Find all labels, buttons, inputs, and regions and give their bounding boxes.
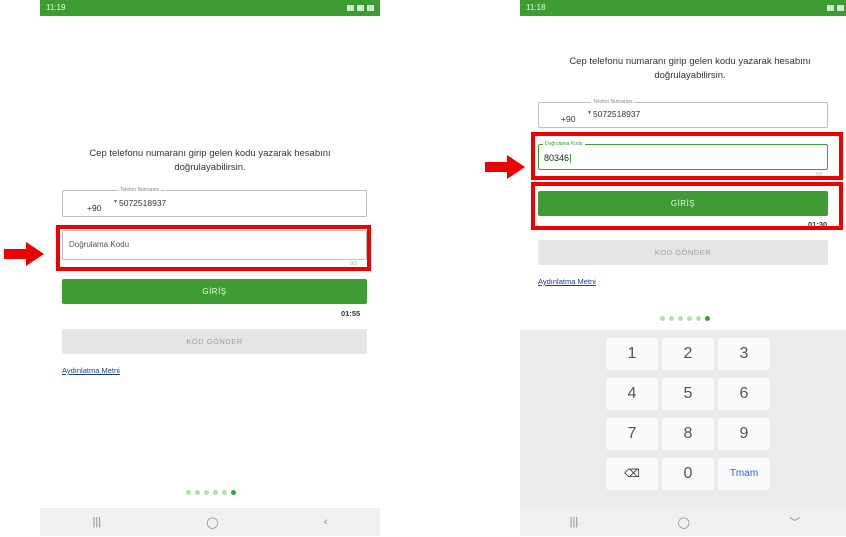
page-dot bbox=[186, 490, 191, 495]
verification-message: Cep telefonu numaranı girip gelen kodu y… bbox=[89, 148, 331, 173]
key-8[interactable]: 8 bbox=[662, 418, 714, 450]
home-icon[interactable]: ◯ bbox=[206, 516, 218, 529]
android-nav-bar: ||| ◯ ﹀ bbox=[520, 508, 846, 536]
phone-field[interactable]: Telefon Numarası +90 ▼ 5072518937 bbox=[538, 98, 828, 128]
page-dot bbox=[213, 490, 218, 495]
dropdown-caret-icon: ▼ bbox=[587, 110, 592, 116]
page-dot bbox=[195, 490, 200, 495]
signal-icon bbox=[837, 4, 844, 11]
page-dot bbox=[687, 316, 692, 321]
phone-field[interactable]: Telefon Numarası +90 ▼ 5072518937 bbox=[62, 186, 367, 217]
recent-apps-icon[interactable]: ||| bbox=[93, 516, 102, 528]
page-dot-active bbox=[231, 490, 236, 495]
phone-number: 5072518937 bbox=[593, 109, 641, 119]
phone-field-legend: Telefon Numarası bbox=[118, 186, 162, 194]
countdown-timer: 01:55 bbox=[341, 309, 361, 318]
home-icon[interactable]: ◯ bbox=[678, 516, 690, 529]
highlight-box-code-field bbox=[531, 132, 843, 180]
phone-field-legend: Telefon Numarası bbox=[591, 98, 635, 106]
red-arrow-icon bbox=[4, 242, 44, 266]
backspace-key-icon[interactable]: ⌫ bbox=[606, 458, 658, 490]
done-key[interactable]: Tmam bbox=[718, 458, 770, 490]
status-time: 11:19 bbox=[46, 3, 66, 12]
status-time: 11:18 bbox=[526, 3, 546, 12]
privacy-link[interactable]: Aydınlatma Metni bbox=[62, 366, 120, 375]
hide-keyboard-icon[interactable]: ﹀ bbox=[789, 514, 800, 530]
send-code-button[interactable]: KOD GÖNDER bbox=[62, 329, 367, 354]
page-dot-active bbox=[705, 316, 710, 321]
numeric-keypad: 1 2 3 4 5 6 7 8 9 ⌫ 0 Tmam bbox=[520, 330, 846, 508]
highlight-box-code-field bbox=[56, 225, 371, 271]
dropdown-caret-icon: ▼ bbox=[113, 199, 118, 205]
recent-apps-icon[interactable]: ||| bbox=[570, 516, 579, 528]
key-7[interactable]: 7 bbox=[606, 418, 658, 450]
signal-icon bbox=[357, 4, 364, 11]
android-nav-bar: ||| ◯ ‹ bbox=[40, 508, 380, 536]
page-dot bbox=[660, 316, 665, 321]
status-icons bbox=[824, 0, 844, 16]
page-dot bbox=[696, 316, 701, 321]
key-1[interactable]: 1 bbox=[606, 338, 658, 370]
country-code[interactable]: +90 bbox=[561, 114, 575, 124]
key-4[interactable]: 4 bbox=[606, 378, 658, 410]
page-dots bbox=[660, 316, 710, 321]
key-0[interactable]: 0 bbox=[662, 458, 714, 490]
privacy-link[interactable]: Aydınlatma Metni bbox=[538, 277, 596, 286]
red-arrow-icon bbox=[485, 155, 525, 179]
key-6[interactable]: 6 bbox=[718, 378, 770, 410]
key-5[interactable]: 5 bbox=[662, 378, 714, 410]
key-9[interactable]: 9 bbox=[718, 418, 770, 450]
status-bar: 11:19 bbox=[40, 0, 380, 16]
page-dot bbox=[222, 490, 227, 495]
wifi-icon bbox=[347, 4, 354, 11]
battery-icon bbox=[367, 4, 374, 11]
status-icons bbox=[344, 0, 374, 16]
page-dot bbox=[669, 316, 674, 321]
wifi-icon bbox=[827, 4, 834, 11]
status-bar: 11:18 bbox=[520, 0, 846, 16]
send-code-button[interactable]: KOD GÖNDER bbox=[538, 240, 828, 265]
key-3[interactable]: 3 bbox=[718, 338, 770, 370]
key-2[interactable]: 2 bbox=[662, 338, 714, 370]
highlight-box-login-button bbox=[531, 182, 843, 230]
login-button[interactable]: GİRİŞ bbox=[62, 279, 367, 304]
verification-message: Cep telefonu numaranı girip gelen kodu y… bbox=[569, 56, 811, 81]
country-code[interactable]: +90 bbox=[87, 203, 101, 213]
phone-number: 5072518937 bbox=[119, 198, 167, 208]
page-dot bbox=[204, 490, 209, 495]
back-icon[interactable]: ‹ bbox=[324, 516, 328, 528]
page-dots bbox=[186, 490, 236, 495]
right-screenshot: 11:18 Cep telefonu numaranı girip gelen … bbox=[520, 0, 846, 537]
page-dot bbox=[678, 316, 683, 321]
